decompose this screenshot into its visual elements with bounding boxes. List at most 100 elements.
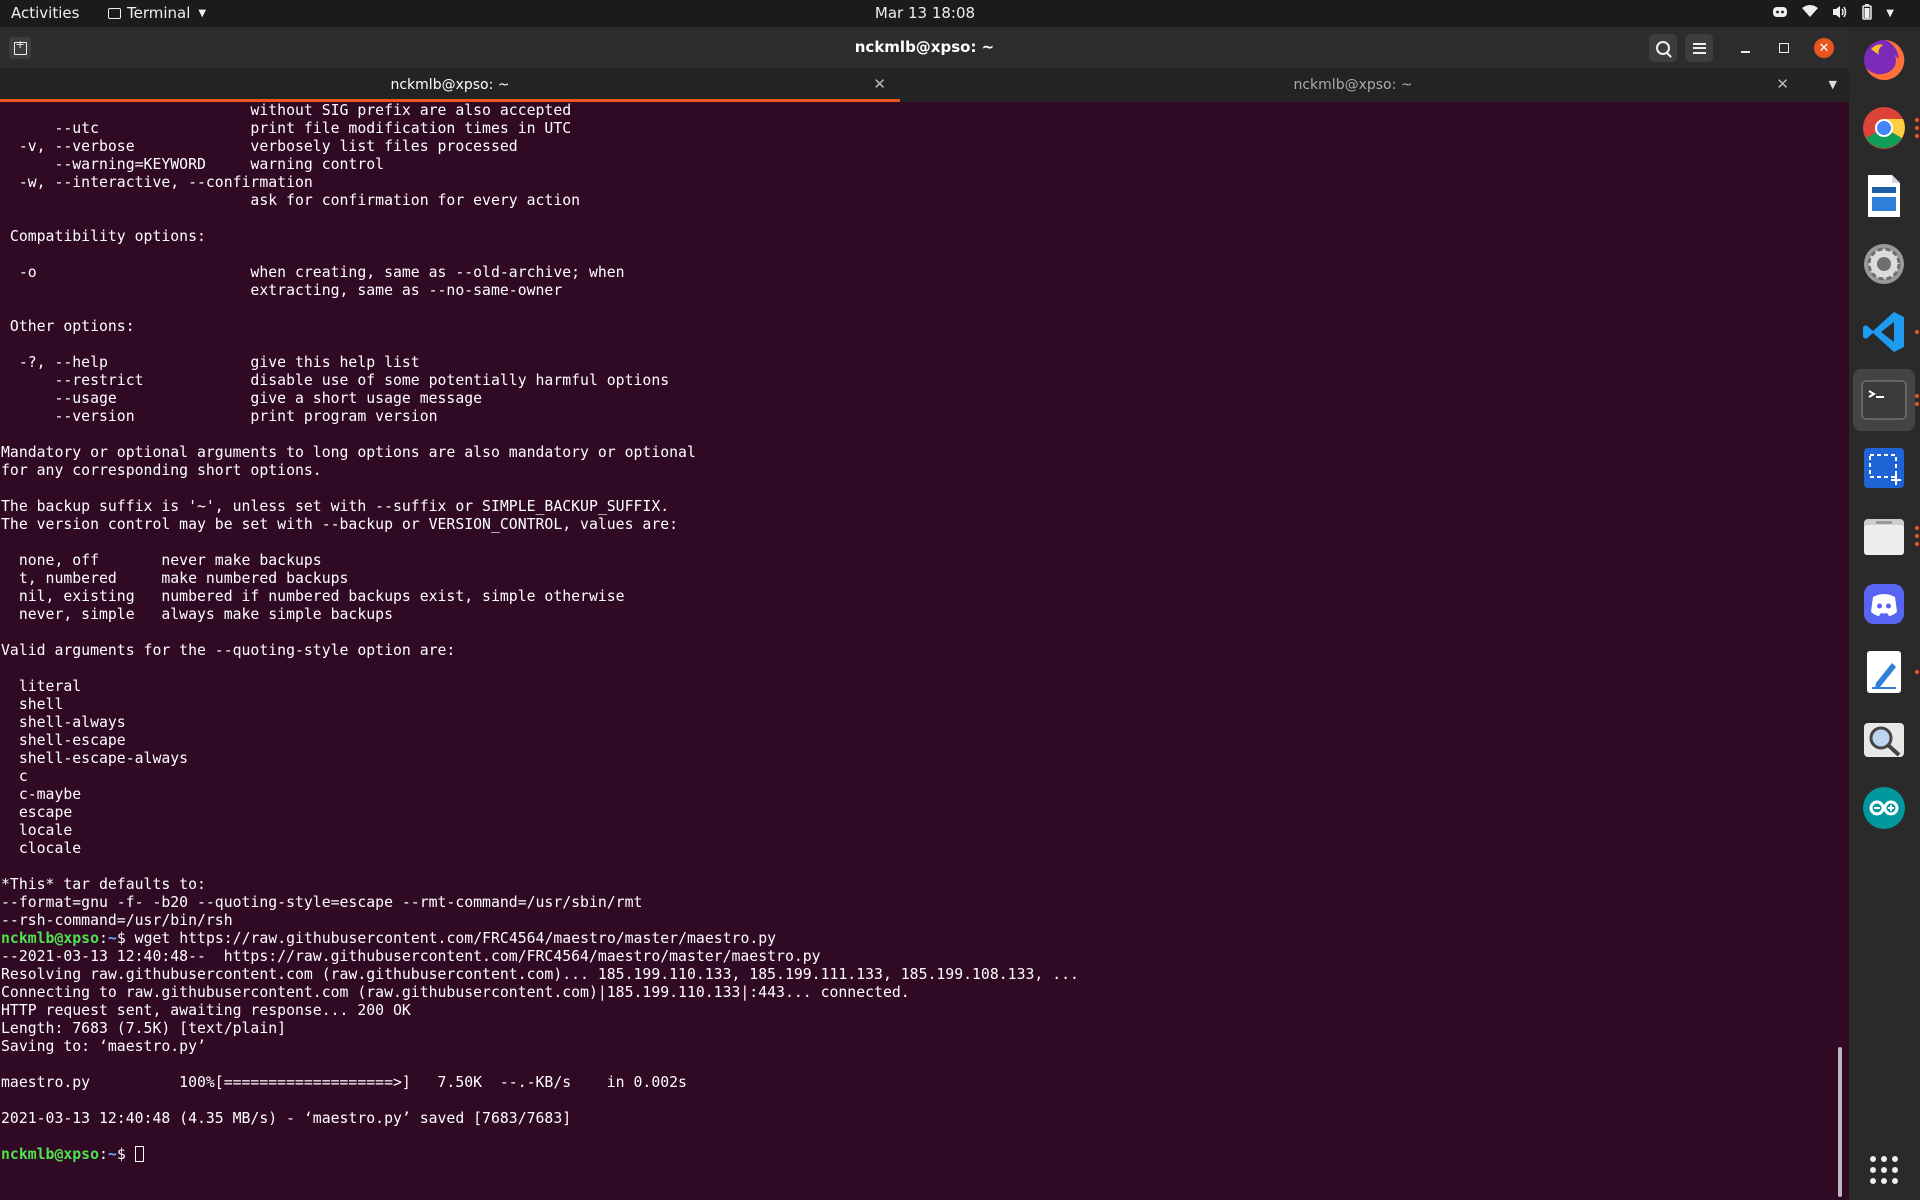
text-editor-icon [1867, 651, 1901, 693]
discord-icon [1864, 584, 1904, 624]
show-applications-button[interactable] [1859, 1145, 1909, 1195]
tab-close-icon[interactable]: ✕ [873, 75, 886, 93]
tabs-dropdown-icon[interactable]: ▼ [1829, 78, 1837, 91]
tab-label: nckmlb@xpso: ~ [390, 77, 510, 93]
terminal-line: --warning=KEYWORD warning control [1, 156, 385, 173]
arduino-icon [1863, 787, 1905, 829]
maximize-button[interactable] [1770, 34, 1798, 62]
minimize-icon [1740, 50, 1750, 53]
terminal-line: Compatibility options: [1, 228, 206, 245]
close-button[interactable]: ✕ [1810, 34, 1838, 62]
dock-item-text-editor[interactable] [1859, 647, 1919, 697]
wifi-icon[interactable] [1802, 5, 1819, 22]
terminal-line: shell-always [1, 714, 126, 731]
dock-item-libreoffice-impress[interactable] [1859, 171, 1909, 221]
dock-item-vscode[interactable] [1859, 307, 1919, 357]
firefox-icon [1864, 39, 1905, 80]
running-indicator [1915, 670, 1919, 674]
dock-item-settings[interactable] [1859, 239, 1909, 289]
terminal-line: The version control may be set with --ba… [1, 516, 679, 533]
screenshot-icon [1864, 448, 1904, 488]
terminal-line: shell [1, 696, 64, 713]
terminal-line: -o when creating, same as --old-archive;… [1, 264, 625, 281]
terminal-line: nil, existing numbered if numbered backu… [1, 588, 625, 605]
terminal-line: clocale [1, 840, 82, 857]
dock-item-discord[interactable] [1859, 579, 1909, 629]
tab-close-icon[interactable]: ✕ [1776, 75, 1789, 93]
close-icon: ✕ [1814, 38, 1834, 58]
terminal-output: without SIG prefix are also accepted --u… [1, 102, 1079, 1164]
terminal-line: for any corresponding short options. [1, 462, 322, 479]
dock-item-chrome[interactable] [1859, 103, 1919, 153]
terminal-line: HTTP request sent, awaiting response... … [1, 1002, 411, 1019]
running-indicator [1915, 118, 1919, 138]
search-button[interactable] [1649, 34, 1677, 62]
terminal-line: --2021-03-13 12:40:48-- https://raw.gith… [1, 948, 821, 965]
volume-icon[interactable] [1832, 5, 1848, 23]
prompt-line: nckmlb@xpso:~$ [1, 1146, 1079, 1164]
dock-item-firefox[interactable] [1859, 35, 1909, 85]
apps-grid-icon [1870, 1156, 1898, 1184]
tab-1[interactable]: nckmlb@xpso: ~ ✕ [0, 68, 900, 102]
terminal-line: escape [1, 804, 73, 821]
restore-icon [1779, 43, 1789, 53]
tab-label: nckmlb@xpso: ~ [1293, 77, 1413, 93]
terminal-line: shell-escape-always [1, 750, 189, 767]
system-tray[interactable]: ▼ [1772, 0, 1920, 27]
menu-button[interactable] [1685, 34, 1713, 62]
dock-item-terminal[interactable] [1853, 369, 1919, 431]
prompt-user: nckmlb@xpso [1, 1146, 99, 1163]
top-bar: Activities Terminal ▼ Mar 13 18:08 ▼ [0, 0, 1920, 27]
tab-2[interactable]: nckmlb@xpso: ~ ✕ [903, 68, 1803, 102]
discord-tray-icon[interactable] [1772, 6, 1788, 22]
gear-icon [1864, 244, 1904, 284]
vscode-icon [1863, 312, 1904, 352]
terminal-line: The backup suffix is '~', unless set wit… [1, 498, 670, 515]
terminal-line: t, numbered make numbered backups [1, 570, 349, 587]
prompt-path: ~ [107, 1146, 117, 1163]
minimize-button[interactable] [1731, 34, 1759, 62]
terminal-line: without SIG prefix are also accepted [1, 102, 572, 119]
terminal-line: Other options: [1, 318, 135, 335]
dock-item-files[interactable] [1859, 511, 1919, 561]
folder-icon [1864, 519, 1904, 555]
terminal-content[interactable]: without SIG prefix are also accepted --u… [0, 102, 1849, 1200]
dock-item-screenshot[interactable] [1859, 443, 1909, 493]
terminal-line: locale [1, 822, 73, 839]
clock[interactable]: Mar 13 18:08 [0, 4, 1850, 22]
terminal-line: maestro.py 100%[===================>] 7.… [1, 1074, 687, 1091]
terminal-line: --version print program version [1, 408, 438, 425]
terminal-line: c [1, 768, 28, 785]
terminal-line: c-maybe [1, 786, 82, 803]
dock-item-arduino[interactable] [1859, 783, 1909, 833]
terminal-line: --usage give a short usage message [1, 390, 483, 407]
terminal-line: 2021-03-13 12:40:48 (4.35 MB/s) - ‘maest… [1, 1110, 572, 1127]
text-cursor [134, 1146, 144, 1162]
battery-icon[interactable] [1862, 3, 1873, 24]
terminal-line: Length: 7683 (7.5K) [text/plain] [1, 1020, 287, 1037]
running-indicator [1915, 526, 1919, 546]
system-menu-chevron-icon[interactable]: ▼ [1886, 8, 1894, 19]
terminal-line: -v, --verbose verbosely list files proce… [1, 138, 518, 155]
terminal-line: -w, --interactive, --confirmation [1, 174, 313, 191]
prompt-line: nckmlb@xpso:~$ wget https://raw.githubus… [1, 930, 1079, 948]
terminal-line: --restrict disable use of some potential… [1, 372, 670, 389]
prompt-separator: : [99, 930, 108, 947]
scrollbar[interactable] [1838, 1047, 1842, 1197]
hamburger-icon [1692, 42, 1706, 54]
command-text: wget https://raw.githubusercontent.com/F… [134, 930, 777, 947]
running-indicator [1915, 330, 1919, 334]
dock-item-image-viewer[interactable] [1859, 715, 1909, 765]
prompt-separator: : [99, 1146, 108, 1163]
terminal-line: Resolving raw.githubusercontent.com (raw… [1, 966, 1079, 983]
